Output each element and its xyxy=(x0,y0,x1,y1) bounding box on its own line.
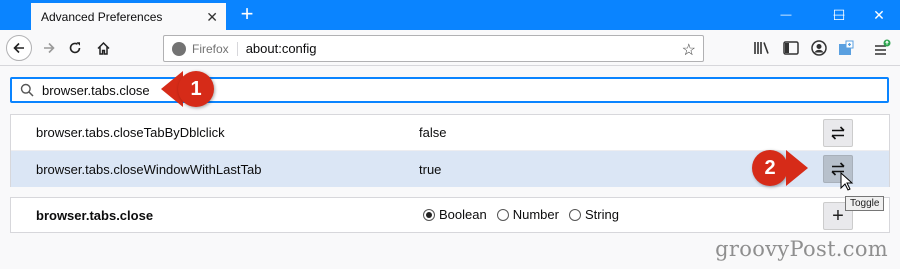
search-value: browser.tabs.close xyxy=(42,82,150,98)
forward-button[interactable] xyxy=(36,35,62,61)
reload-button[interactable] xyxy=(62,35,88,61)
add-preference-row: browser.tabs.close Boolean Number String… xyxy=(10,197,890,233)
extension-icon[interactable] xyxy=(836,38,856,58)
radio-string-label: String xyxy=(584,207,619,222)
callout-1-number: 1 xyxy=(178,71,214,107)
type-radio-group: Boolean Number String xyxy=(423,207,629,222)
search-icon xyxy=(20,83,34,97)
bookmark-star-icon[interactable]: ☆ xyxy=(682,40,696,60)
tab-close-icon[interactable]: ✕ xyxy=(206,9,218,26)
back-button[interactable] xyxy=(6,35,32,61)
tooltip: Toggle xyxy=(845,196,885,211)
watermark: groovyPost.com xyxy=(715,237,888,261)
tab-title: Advanced Preferences xyxy=(41,9,163,24)
sidebar-icon[interactable] xyxy=(781,38,801,58)
maximize-icon: ☐ xyxy=(832,6,846,23)
new-pref-name: browser.tabs.close xyxy=(36,207,154,223)
back-icon xyxy=(13,42,24,54)
radio-boolean-label: Boolean xyxy=(439,207,487,222)
close-window-button[interactable]: ✕ xyxy=(856,0,900,30)
radio-boolean[interactable]: Boolean xyxy=(423,207,487,222)
new-tab-button[interactable]: + xyxy=(235,3,259,27)
navigation-toolbar: Firefox about:config ☆ xyxy=(0,30,900,66)
pref-name: browser.tabs.closeWindowWithLastTab xyxy=(36,161,262,177)
account-icon[interactable] xyxy=(809,38,829,58)
library-icon[interactable] xyxy=(752,38,772,58)
url-text[interactable]: about:config xyxy=(246,41,317,56)
radio-boolean-dot[interactable] xyxy=(423,208,435,221)
pref-value: true xyxy=(419,161,442,177)
minimize-button-main[interactable]: — xyxy=(763,0,809,30)
minimize-icon-main: — xyxy=(780,9,792,21)
forward-icon xyxy=(44,42,55,54)
home-icon xyxy=(96,41,110,55)
radio-string[interactable]: String xyxy=(568,207,619,222)
radio-string-dot[interactable] xyxy=(568,208,581,221)
pref-name: browser.tabs.closeTabByDblclick xyxy=(36,125,225,140)
identity-label: Firefox xyxy=(192,41,238,56)
toggle-button[interactable] xyxy=(823,119,853,147)
close-icon: ✕ xyxy=(873,6,885,23)
address-bar[interactable]: Firefox about:config ☆ xyxy=(163,35,704,62)
mouse-cursor-icon xyxy=(840,172,854,191)
firefox-icon xyxy=(172,41,186,56)
reload-icon xyxy=(69,42,81,54)
search-input[interactable]: browser.tabs.close xyxy=(10,77,889,103)
radio-number-label: Number xyxy=(512,207,559,222)
radio-number-dot[interactable] xyxy=(496,208,509,221)
toggle-icon xyxy=(831,126,845,140)
callout-2: 2 xyxy=(752,150,808,186)
radio-number[interactable]: Number xyxy=(496,207,559,222)
home-button[interactable] xyxy=(90,35,116,61)
callout-1: 1 xyxy=(161,71,214,107)
tab-advanced-preferences[interactable]: Advanced Preferences ✕ xyxy=(31,1,226,30)
pref-value: false xyxy=(419,125,447,140)
menu-icon[interactable] xyxy=(872,38,892,58)
callout-2-number: 2 xyxy=(752,150,788,186)
table-row[interactable]: browser.tabs.closeTabByDblclick false xyxy=(11,115,889,151)
